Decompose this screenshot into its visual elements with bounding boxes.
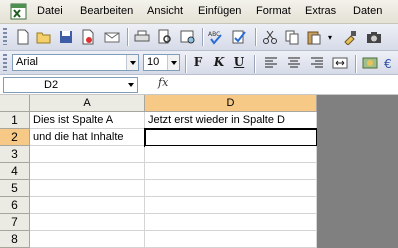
chevron-down-icon[interactable] — [125, 78, 137, 92]
cell-d6[interactable] — [145, 197, 317, 214]
spelling-icon[interactable]: ABC — [208, 29, 224, 45]
print-icon[interactable] — [134, 29, 150, 45]
cell-d8[interactable] — [145, 231, 317, 248]
cell-d4[interactable] — [145, 163, 317, 180]
toolbar-grip[interactable] — [3, 54, 7, 71]
menu-extras[interactable]: Extras — [305, 5, 336, 17]
row-header-6[interactable]: 6 — [0, 197, 30, 214]
name-box-value: D2 — [44, 79, 59, 91]
underline-button[interactable]: U — [230, 55, 248, 71]
row-header-2[interactable]: 2 — [0, 129, 30, 146]
cell-a7[interactable] — [30, 214, 145, 231]
svg-text:€: € — [384, 57, 392, 71]
select-all-corner[interactable] — [0, 95, 30, 112]
cell-d1[interactable]: Jetzt erst wieder in Spalte D — [145, 112, 317, 129]
chevron-down-icon[interactable]: ▾ — [328, 33, 332, 42]
font-name-select[interactable]: Arial — [12, 54, 139, 71]
copy-icon[interactable] — [284, 29, 300, 45]
camera-icon[interactable] — [366, 29, 382, 45]
menu-daten[interactable]: Daten — [353, 5, 382, 17]
font-size-select[interactable]: 10 — [143, 54, 180, 71]
bold-button[interactable]: F — [189, 55, 207, 71]
italic-button[interactable]: K — [210, 55, 228, 71]
cell-d3[interactable] — [145, 146, 317, 163]
new-icon[interactable] — [15, 29, 31, 45]
row-header-4[interactable]: 4 — [0, 163, 30, 180]
currency-icon[interactable] — [362, 55, 378, 71]
font-name-value: Arial — [16, 56, 39, 68]
row-header-7[interactable]: 7 — [0, 214, 30, 231]
chevron-down-icon[interactable] — [167, 55, 179, 70]
print-preview-icon[interactable] — [157, 29, 173, 45]
chevron-down-icon[interactable] — [126, 55, 138, 70]
align-left-icon[interactable] — [263, 55, 279, 71]
euro-icon[interactable]: € — [382, 55, 398, 71]
cell-d2-selected[interactable] — [144, 128, 318, 147]
cell-d5[interactable] — [145, 180, 317, 197]
open-icon[interactable] — [36, 29, 52, 45]
cut-icon[interactable] — [262, 29, 278, 45]
function-icon[interactable]: fx — [158, 76, 168, 89]
excel-app-icon[interactable] — [10, 3, 27, 20]
row-header-8[interactable]: 8 — [0, 231, 30, 248]
cell-a6[interactable] — [30, 197, 145, 214]
cell-a5[interactable] — [30, 180, 145, 197]
check-icon[interactable] — [231, 29, 247, 45]
paste-icon[interactable] — [306, 29, 322, 45]
menu-bar: Datei Bearbeiten Ansicht Einfügen Format… — [0, 0, 398, 24]
cell-a1[interactable]: Dies ist Spalte A — [30, 112, 145, 129]
menu-datei[interactable]: Datei — [37, 5, 63, 17]
menu-ansicht[interactable]: Ansicht — [147, 5, 183, 17]
align-center-icon[interactable] — [286, 55, 302, 71]
row-header-3[interactable]: 3 — [0, 146, 30, 163]
row-header-5[interactable]: 5 — [0, 180, 30, 197]
formatting-toolbar: Arial 10 F K U € — [0, 51, 398, 75]
align-right-icon[interactable] — [309, 55, 325, 71]
column-header-a[interactable]: A — [30, 95, 145, 112]
row-header-1[interactable]: 1 — [0, 112, 30, 129]
permission-icon[interactable] — [80, 29, 96, 45]
menu-bearbeiten[interactable]: Bearbeiten — [80, 5, 133, 17]
standard-toolbar: ABC ▾ — [0, 24, 398, 51]
menu-einfuegen[interactable]: Einfügen — [198, 5, 241, 17]
research-icon[interactable] — [180, 29, 196, 45]
cell-a4[interactable] — [30, 163, 145, 180]
outside-sheet-area — [317, 95, 398, 248]
menu-format[interactable]: Format — [256, 5, 291, 17]
font-size-value: 10 — [147, 56, 160, 68]
merge-center-icon[interactable] — [332, 55, 348, 71]
toolbar-grip[interactable] — [3, 28, 7, 45]
save-icon[interactable] — [58, 29, 74, 45]
cell-a3[interactable] — [30, 146, 145, 163]
formula-bar: D2 fx — [0, 75, 398, 95]
mail-icon[interactable] — [104, 29, 120, 45]
cell-a2[interactable]: und die hat Inhalte — [30, 129, 145, 146]
cell-a8[interactable] — [30, 231, 145, 248]
format-painter-icon[interactable] — [342, 29, 358, 45]
name-box[interactable]: D2 — [3, 77, 138, 93]
column-header-d[interactable]: D — [145, 95, 317, 112]
formula-input[interactable] — [178, 77, 396, 93]
cell-d7[interactable] — [145, 214, 317, 231]
